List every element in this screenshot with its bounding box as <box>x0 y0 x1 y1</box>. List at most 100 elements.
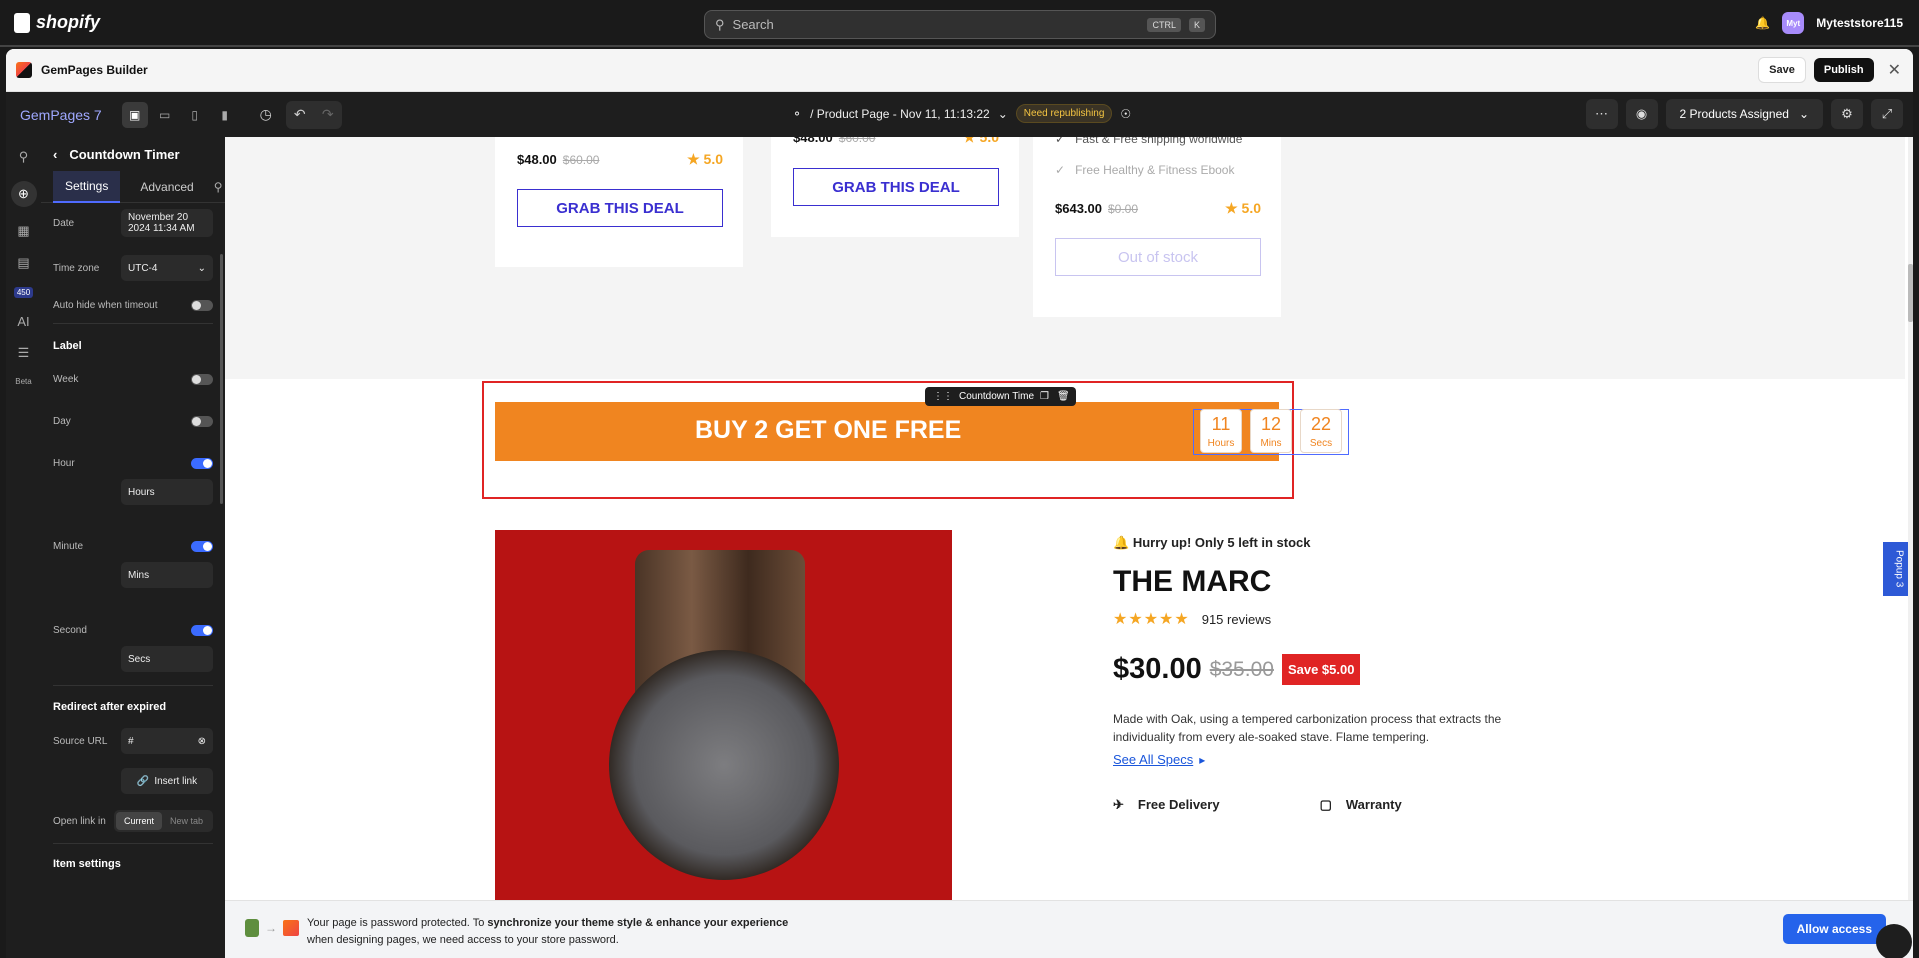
open-new-tab-option[interactable]: New tab <box>162 812 211 830</box>
source-url-label: Source URL <box>53 735 108 747</box>
project-name[interactable]: GemPages 7 <box>20 107 102 123</box>
bell-icon[interactable]: 🔔 <box>1755 16 1770 30</box>
feature-item: ✓ Fast & Free shipping worldwide <box>1055 137 1242 146</box>
minute-toggle[interactable] <box>191 541 213 552</box>
delivery-label: Free Delivery <box>1137 797 1220 812</box>
week-label: Week <box>53 374 79 385</box>
canvas-scrollbar-thumb[interactable] <box>1908 264 1913 322</box>
grab-deal-button[interactable]: GRAB THIS DEAL <box>793 168 999 206</box>
reviews-count[interactable]: 915 reviews <box>1202 612 1271 627</box>
product-title: THE MARC <box>1113 565 1272 598</box>
mobile-icon[interactable]: ▯ <box>182 102 208 128</box>
panel-scrollbar[interactable] <box>220 254 223 504</box>
products-assigned-dropdown[interactable]: 2 Products Assigned ⌄ <box>1665 99 1823 129</box>
countdown-banner[interactable]: BUY 2 GET ONE FREE 11 Hours 12 Mins 22 Secs <box>495 402 1349 461</box>
gempages-logo-icon <box>283 920 299 936</box>
page-selector[interactable]: ⚬ / Product Page - Nov 11, 11:13:22 ⌄ Ne… <box>792 104 1131 123</box>
desktop-icon[interactable]: ▣ <box>121 101 148 128</box>
count-badge: 450 <box>13 287 34 298</box>
preview-eye-icon[interactable]: ◉ <box>1625 99 1658 129</box>
add-element-icon[interactable]: ⊕ <box>10 181 37 207</box>
second-label-input[interactable]: Secs <box>121 646 213 672</box>
shopify-search-input[interactable]: ⚲ Search CTRL K <box>704 10 1216 39</box>
hour-label-input[interactable]: Hours <box>121 479 213 505</box>
insert-link-label: Insert link <box>154 775 198 787</box>
page-canvas: $48.00 $60.00 ★ 5.0 GRAB THIS DEAL $48.00… <box>225 137 1913 958</box>
open-link-segmented: Current New tab <box>113 810 213 832</box>
search-icon[interactable]: ⚲ <box>19 149 29 165</box>
minute-label-input[interactable]: Mins <box>121 562 213 588</box>
insert-link-button[interactable]: 🔗 Insert link <box>121 768 213 794</box>
old-price: $0.00 <box>1108 202 1139 216</box>
close-icon[interactable]: ✕ <box>1888 60 1901 80</box>
search-icon[interactable]: ⚲ <box>214 180 223 194</box>
card-rating: ★ 5.0 <box>963 137 999 146</box>
undo-icon[interactable]: ↶ <box>286 101 314 129</box>
publish-button[interactable]: Publish <box>1813 58 1874 82</box>
globe-icon[interactable]: ☉ <box>1120 107 1131 121</box>
open-link-label: Open link in <box>53 815 106 827</box>
ai-icon[interactable]: AI <box>17 314 29 329</box>
date-input[interactable]: November 20 2024 11:34 AM <box>121 209 213 237</box>
hour-label: Hour <box>53 458 75 469</box>
beta-badge: Beta <box>15 377 32 386</box>
tablet-landscape-icon[interactable]: ▭ <box>152 102 178 128</box>
see-all-specs-link[interactable]: See All Specs <box>1113 752 1193 767</box>
element-tools: ❐ 🗑 <box>1034 387 1076 406</box>
history-icon[interactable]: ◷ <box>252 101 280 129</box>
assigned-label: 2 Products Assigned <box>1679 107 1789 121</box>
back-chevron-icon[interactable]: ‹ <box>53 147 57 162</box>
tab-advanced[interactable]: Advanced <box>128 172 205 202</box>
hours-label: Hours <box>1207 437 1235 449</box>
drag-handle-icon[interactable]: ⋮⋮ <box>933 391 953 402</box>
timezone-select[interactable]: UTC-4 ⌄ <box>121 255 213 281</box>
second-toggle[interactable] <box>191 625 213 636</box>
chevron-down-icon: ⌄ <box>1798 107 1809 121</box>
source-url-input[interactable]: # ⊗ <box>121 728 213 754</box>
day-toggle[interactable] <box>191 416 213 427</box>
avatar[interactable]: Myt <box>1782 12 1805 34</box>
week-toggle[interactable] <box>191 374 213 385</box>
feature-text: Free Healthy & Fitness Ebook <box>1075 163 1235 177</box>
settings-gear-icon[interactable]: ⚙ <box>1831 99 1863 129</box>
clear-circle-icon[interactable]: ⊗ <box>198 736 206 747</box>
allow-access-button[interactable]: Allow access <box>1782 914 1886 944</box>
grab-deal-button[interactable]: GRAB THIS DEAL <box>517 189 723 227</box>
product-old-price: $35.00 <box>1209 657 1274 681</box>
search-icon: ⚲ <box>715 16 725 32</box>
card-rating: ★ 5.0 <box>687 151 723 167</box>
trash-icon[interactable]: 🗑 <box>1057 391 1070 402</box>
shopify-logo[interactable]: shopify <box>14 12 100 33</box>
autohide-toggle[interactable] <box>191 300 213 311</box>
timer-mins: 12 Mins <box>1250 409 1292 453</box>
chevron-down-icon: ⌄ <box>997 106 1008 121</box>
canvas-scrollbar-track[interactable] <box>1908 137 1913 900</box>
open-current-option[interactable]: Current <box>115 812 162 830</box>
tab-settings[interactable]: Settings <box>53 170 121 203</box>
divider <box>53 685 213 686</box>
save-button[interactable]: Save <box>1758 57 1806 83</box>
store-name[interactable]: Myteststore115 <box>1816 16 1903 30</box>
tablet-portrait-icon[interactable]: ▮ <box>212 102 238 128</box>
rating-value: 5.0 <box>979 137 999 145</box>
more-icon[interactable]: ⋯ <box>1585 99 1618 129</box>
fullscreen-icon[interactable]: ⤢ <box>1871 99 1903 129</box>
product-image[interactable] <box>495 530 952 958</box>
layers-icon[interactable]: ☰ <box>18 345 30 361</box>
price-value: $643.00 <box>1055 201 1102 216</box>
timezone-value: UTC-4 <box>128 262 158 274</box>
pages-icon[interactable]: ▤ <box>17 255 29 271</box>
elements-grid-icon[interactable]: ▦ <box>17 223 29 239</box>
hour-toggle[interactable] <box>191 458 213 469</box>
redirect-section-title: Redirect after expired <box>53 701 167 713</box>
left-rail: ⚲ ⊕ ▦ ▤ 450 AI ☰ Beta <box>6 137 41 958</box>
rating-value: 5.0 <box>703 151 723 167</box>
gempages-logo-icon <box>16 62 32 78</box>
chat-bubble-icon[interactable] <box>1876 924 1912 958</box>
info-line1-bold: synchronize your theme style & enhance y… <box>487 917 789 929</box>
out-of-stock-button[interactable]: Out of stock <box>1055 238 1261 276</box>
redo-icon[interactable]: ↷ <box>314 101 342 129</box>
card-rating: ★ 5.0 <box>1225 200 1261 216</box>
duplicate-icon[interactable]: ❐ <box>1040 391 1049 402</box>
arrow-right-icon: → <box>265 921 277 935</box>
